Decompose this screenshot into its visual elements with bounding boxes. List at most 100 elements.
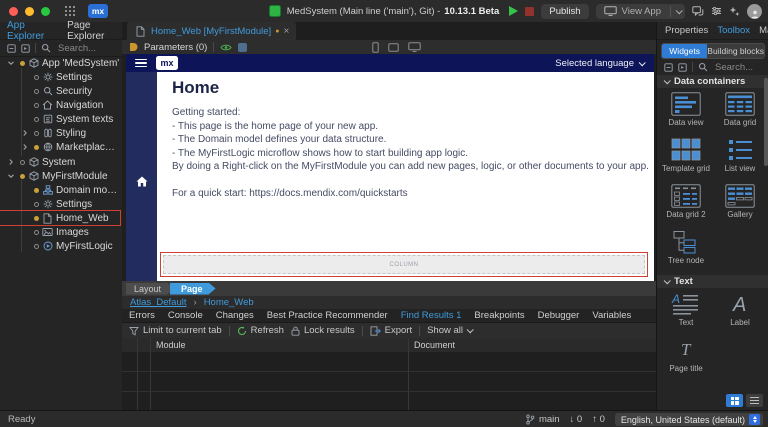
tab-toolbox[interactable]: Toolbox xyxy=(717,25,750,36)
limit-to-current-tab-button[interactable]: Limit to current tab xyxy=(129,325,222,336)
language-picker[interactable]: English, United States (default) xyxy=(615,413,763,426)
ai-sparkles-icon[interactable] xyxy=(729,6,740,17)
branch-indicator[interactable]: main xyxy=(525,414,560,425)
stop-button[interactable] xyxy=(525,7,534,16)
toolbox-widget-list-view[interactable]: List view xyxy=(713,137,767,180)
tab-page-explorer[interactable]: Page Explorer xyxy=(67,20,122,42)
avatar[interactable] xyxy=(747,4,762,19)
toolbox-widget-template-grid[interactable]: Template grid xyxy=(659,137,713,180)
stepper-icon xyxy=(749,414,760,425)
app-grid-icon[interactable] xyxy=(64,5,76,17)
breadcrumb-home-web[interactable]: Home_Web xyxy=(204,297,254,308)
home-icon[interactable] xyxy=(136,81,148,281)
tab-variables[interactable]: Variables xyxy=(592,310,631,321)
lock-results-button[interactable]: Lock results xyxy=(291,325,355,336)
tree-item-images[interactable]: Images xyxy=(0,225,120,239)
toolbox-widget-data-grid[interactable]: Data grid xyxy=(713,91,767,134)
chevron-right-icon[interactable] xyxy=(19,143,31,151)
feedback-icon[interactable] xyxy=(692,6,704,17)
tree-item-domain-model[interactable]: Domain model xyxy=(0,183,120,197)
tree-item-settings[interactable]: Settings xyxy=(0,70,120,84)
outgoing-commits[interactable]: ↑ 0 xyxy=(592,414,605,425)
subtab-building-blocks[interactable]: Building blocks xyxy=(707,44,764,58)
collapse-all-icon[interactable] xyxy=(7,44,16,53)
tab-page[interactable]: Page xyxy=(170,283,216,295)
chevron-right-icon[interactable] xyxy=(19,129,31,137)
toolbox-widget-label[interactable]: A Label xyxy=(713,291,767,334)
view-app-dropdown[interactable] xyxy=(676,7,683,14)
tab-find-results-1[interactable]: Find Results 1 xyxy=(401,310,462,321)
tree-item-app-medsystem[interactable]: App 'MedSystem' xyxy=(0,56,120,70)
breadcrumb-atlas-default[interactable]: Atlas_Default xyxy=(130,297,187,308)
expand-all-icon[interactable] xyxy=(678,63,687,72)
desktop-view-icon[interactable] xyxy=(408,42,421,52)
collapse-all-icon[interactable] xyxy=(664,63,673,72)
hamburger-menu-icon[interactable] xyxy=(135,57,147,70)
maximize-window-button[interactable] xyxy=(41,7,50,16)
settings-gear-icon xyxy=(41,72,54,82)
column-module[interactable]: Module xyxy=(156,340,186,350)
tab-debugger[interactable]: Debugger xyxy=(538,310,580,321)
tab-changes[interactable]: Changes xyxy=(216,310,254,321)
toolbox-mode-switch: Widgets Building blocks xyxy=(661,43,765,59)
list-view-button[interactable] xyxy=(746,394,763,407)
toolbox-widget-gallery[interactable]: Gallery xyxy=(713,183,767,226)
run-button[interactable] xyxy=(509,6,518,16)
tab-console[interactable]: Console xyxy=(168,310,203,321)
close-icon[interactable]: × xyxy=(283,26,289,37)
tree-item-security[interactable]: Security xyxy=(0,84,120,98)
chevron-down-icon[interactable] xyxy=(5,59,17,67)
section-text[interactable]: Text xyxy=(657,275,768,288)
tab-best-practice-recommender[interactable]: Best Practice Recommender xyxy=(267,310,388,321)
system-texts-icon xyxy=(41,114,54,124)
tree-item-myfirstmodule[interactable]: MyFirstModule xyxy=(0,169,120,183)
tablet-view-icon[interactable] xyxy=(388,43,399,52)
column-document[interactable]: Document xyxy=(414,340,455,350)
language-selector[interactable]: Selected language xyxy=(555,54,644,72)
toolbox-widget-data-view[interactable]: Data view xyxy=(659,91,713,134)
toolbox-widget-tree-node[interactable]: Tree node xyxy=(659,229,713,272)
publish-button[interactable]: Publish xyxy=(541,4,588,19)
tab-breakpoints[interactable]: Breakpoints xyxy=(474,310,524,321)
preview-mode-icon[interactable] xyxy=(238,43,247,52)
toolbox-widget-text[interactable]: A Text xyxy=(659,291,713,334)
chevron-right-icon[interactable] xyxy=(5,158,17,166)
page-canvas[interactable]: mx Selected language Home Getting starte… xyxy=(126,54,654,281)
toolbox-widget-page-title[interactable]: T Page title xyxy=(659,337,713,380)
close-window-button[interactable] xyxy=(9,7,18,16)
grid-view-button[interactable] xyxy=(726,394,743,407)
column-widget[interactable]: COLUMN xyxy=(163,255,645,274)
section-data-containers[interactable]: Data containers xyxy=(657,75,768,88)
tab-errors[interactable]: Errors xyxy=(129,310,155,321)
tree-item-system-texts[interactable]: System texts xyxy=(0,112,120,126)
show-all-dropdown[interactable]: Show all xyxy=(427,325,472,336)
document-tab-home-web[interactable]: Home_Web [MyFirstModule] ● × xyxy=(127,22,296,40)
tree-item-module-settings[interactable]: Settings xyxy=(0,197,120,211)
explorer-search-input[interactable] xyxy=(56,42,120,55)
tab-marketplace[interactable]: Marketplace xyxy=(759,25,768,36)
subtab-widgets[interactable]: Widgets xyxy=(662,44,707,58)
incoming-commits[interactable]: ↓ 0 xyxy=(570,414,583,425)
chevron-down-icon[interactable] xyxy=(5,172,17,180)
tree-item-home-web-selected[interactable]: Home_Web xyxy=(0,211,120,225)
tab-properties[interactable]: Properties xyxy=(665,25,708,36)
toolbox-widget-data-grid-2[interactable]: Data grid 2 xyxy=(659,183,713,226)
minimize-window-button[interactable] xyxy=(25,7,34,16)
export-button[interactable]: Export xyxy=(370,325,412,336)
scrollbar[interactable] xyxy=(764,78,768,166)
tab-layout[interactable]: Layout xyxy=(126,283,174,295)
parameters-label[interactable]: Parameters (0) xyxy=(144,42,207,53)
tree-item-system[interactable]: System xyxy=(0,155,120,169)
eye-icon[interactable] xyxy=(220,43,232,52)
toolbox-search-input[interactable] xyxy=(713,61,765,74)
tree-item-marketplace-modules[interactable]: Marketplace modules xyxy=(0,140,120,154)
tree-item-myfirstlogic[interactable]: MyFirstLogic xyxy=(0,239,120,253)
tree-item-styling[interactable]: Styling xyxy=(0,126,120,140)
tree-item-navigation[interactable]: Navigation xyxy=(0,98,120,112)
refresh-button[interactable]: Refresh xyxy=(237,325,284,336)
preferences-icon[interactable] xyxy=(711,6,722,16)
view-app-button[interactable]: View App xyxy=(596,4,685,19)
expand-all-icon[interactable] xyxy=(21,44,30,53)
phone-view-icon[interactable] xyxy=(372,42,379,53)
tab-app-explorer[interactable]: App Explorer xyxy=(7,20,57,42)
